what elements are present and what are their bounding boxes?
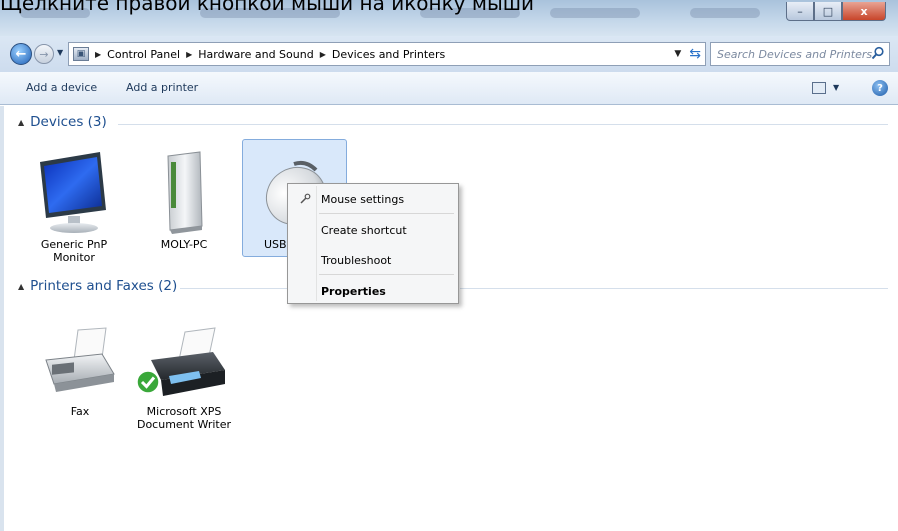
default-printer-check-icon [136, 370, 160, 394]
breadcrumb-hardware-and-sound[interactable]: Hardware and Sound [198, 48, 313, 61]
collapse-triangle-icon[interactable]: ▲ [18, 282, 24, 291]
device-label: Generic PnP [40, 238, 108, 251]
collapse-triangle-icon[interactable]: ▲ [18, 118, 24, 127]
command-bar: Add a device Add a printer ▼ ? [0, 72, 898, 105]
refresh-icon[interactable]: ⇆ [689, 46, 701, 62]
pc-tower-icon [167, 151, 203, 234]
search-icon[interactable] [871, 46, 885, 60]
change-view-icon[interactable] [812, 82, 826, 94]
recent-pages-dropdown-icon[interactable]: ▼ [57, 48, 63, 57]
device-generic-pnp-monitor[interactable]: Generic PnP Monitor [24, 150, 124, 264]
breadcrumb-chevron-icon[interactable]: ▶ [186, 50, 192, 59]
forward-button[interactable]: → [34, 44, 54, 64]
monitor-icon [40, 152, 106, 233]
menu-item-mouse-settings[interactable]: Mouse settings [291, 187, 455, 211]
search-input[interactable]: Search Devices and Printers [710, 42, 890, 66]
breadcrumb-control-panel[interactable]: Control Panel [107, 48, 180, 61]
menu-item-troubleshoot[interactable]: Troubleshoot [291, 248, 455, 272]
search-placeholder: Search Devices and Printers [717, 47, 873, 61]
menu-separator [319, 274, 454, 275]
menu-item-properties[interactable]: Properties [291, 279, 455, 303]
printer-label: Document Writer [136, 418, 232, 431]
breadcrumb-chevron-icon[interactable]: ▶ [320, 50, 326, 59]
breadcrumb-chevron-icon[interactable]: ▶ [95, 50, 101, 59]
menu-item-label: Properties [321, 284, 386, 298]
group-divider [460, 288, 888, 289]
printer-fax[interactable]: Fax [30, 326, 130, 418]
navigation-pane-edge [0, 106, 4, 531]
mouse-settings-icon [300, 193, 311, 204]
instruction-caption: Щелкните правой кнопкой мыши на иконку м… [0, 0, 535, 15]
control-panel-icon: ▣ [73, 47, 89, 61]
printer-label: Microsoft XPS [146, 405, 222, 418]
menu-item-create-shortcut[interactable]: Create shortcut [291, 218, 455, 242]
group-header-devices[interactable]: ▲ Devices (3) [18, 114, 107, 130]
menu-item-label: Create shortcut [321, 223, 407, 237]
group-divider [180, 288, 288, 289]
menu-item-label: Mouse settings [321, 192, 405, 206]
forward-arrow-icon: → [39, 47, 49, 61]
group-divider [118, 124, 888, 125]
add-device-button[interactable]: Add a device [26, 81, 97, 94]
add-printer-button[interactable]: Add a printer [126, 81, 198, 94]
printer-microsoft-xps[interactable]: Microsoft XPS Document Writer [134, 326, 234, 431]
back-arrow-icon: ← [15, 46, 27, 62]
menu-item-label: Troubleshoot [321, 253, 392, 267]
group-title: Printers and Faxes (2) [30, 278, 178, 294]
navigation-bar: ← → ▼ ▣ ▶ Control Panel ▶ Hardware and S… [0, 36, 898, 72]
group-header-printers[interactable]: ▲ Printers and Faxes (2) [18, 278, 177, 294]
menu-separator [319, 213, 454, 214]
device-label: Monitor [53, 251, 95, 264]
group-title: Devices (3) [30, 114, 107, 130]
fax-icon [45, 327, 115, 392]
address-dropdown-icon[interactable]: ▼ [674, 49, 681, 59]
context-menu: Mouse settings Create shortcut Troublesh… [287, 183, 459, 304]
address-bar[interactable]: ▣ ▶ Control Panel ▶ Hardware and Sound ▶… [68, 42, 706, 66]
breadcrumb-devices-and-printers[interactable]: Devices and Printers [332, 48, 445, 61]
help-icon[interactable]: ? [872, 80, 888, 96]
view-options-dropdown-icon[interactable]: ▼ [833, 83, 839, 92]
device-label: MOLY-PC [160, 238, 208, 251]
device-moly-pc[interactable]: MOLY-PC [134, 150, 234, 251]
address-actions: ▼ ⇆ [674, 46, 701, 62]
back-button[interactable]: ← [10, 43, 32, 65]
printer-label: Fax [70, 405, 90, 418]
